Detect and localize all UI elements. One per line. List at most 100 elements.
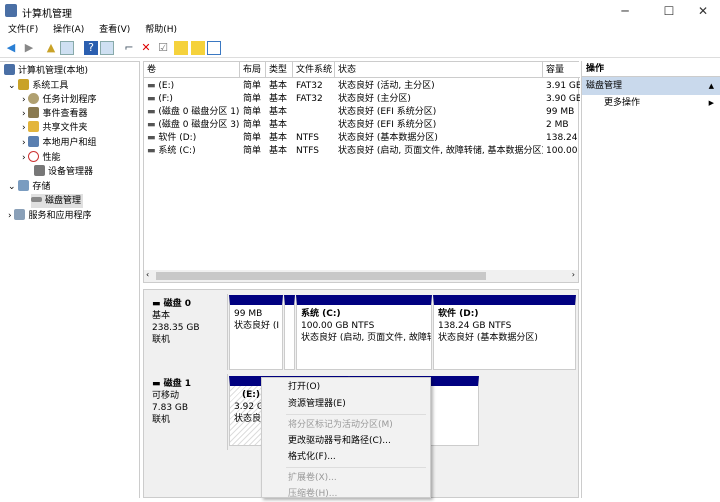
- cell: 100.00: [546, 146, 578, 156]
- clock-icon: [28, 93, 40, 104]
- show-hide-tree-icon[interactable]: [60, 41, 74, 55]
- actions-header: 操作: [582, 61, 720, 77]
- menu-item-explorer[interactable]: 资源管理器(E): [288, 396, 346, 412]
- menu-help[interactable]: 帮助(H): [145, 25, 177, 35]
- cell: 3.90 GB: [546, 94, 580, 104]
- close-button[interactable]: ✕: [688, 2, 718, 20]
- menu-item-open[interactable]: 打开(O): [288, 379, 320, 395]
- volume-icon: ▬: [147, 94, 159, 104]
- volume-icon: ▬: [147, 133, 159, 143]
- cell: 简单: [243, 133, 262, 143]
- chevron-right-icon: ▶: [708, 99, 714, 107]
- partition-c[interactable]: 系统 (C:) 100.00 GB NTFS 状态良好 (启动, 页面文件, 故…: [296, 295, 432, 370]
- menu-item-change-drive-letter[interactable]: 更改驱动器号和路径(C)...: [288, 433, 391, 449]
- window-title: 计算机管理: [22, 9, 72, 20]
- storage-icon: [18, 180, 30, 191]
- partition-reserved[interactable]: [284, 295, 295, 370]
- context-menu: 打开(O) 资源管理器(E) 将分区标记为活动分区(M) 更改驱动器号和路径(C…: [261, 377, 431, 499]
- tree-item-shared-folders[interactable]: › 共享文件夹: [22, 121, 87, 135]
- cell: 简单: [243, 94, 262, 104]
- col-type[interactable]: 类型: [266, 62, 293, 78]
- tree-item-disk-management[interactable]: 磁盘管理: [31, 194, 84, 208]
- col-filesystem[interactable]: 文件系统: [293, 62, 335, 78]
- menu-action[interactable]: 操作(A): [53, 25, 84, 35]
- computer-icon: [4, 64, 15, 75]
- users-icon: [28, 136, 40, 147]
- col-status[interactable]: 状态: [335, 62, 543, 78]
- tools-icon: [18, 79, 30, 90]
- cell: 简单: [243, 146, 262, 156]
- menu-view[interactable]: 查看(V): [99, 25, 130, 35]
- folder-icon: [28, 121, 40, 132]
- new-folder-icon[interactable]: [174, 41, 188, 55]
- cell: [293, 119, 335, 132]
- cell: [293, 106, 335, 119]
- up-folder-icon[interactable]: ▲: [44, 41, 58, 55]
- toolbar: ◀ ▶ ▲ ? ⌐ ✕ ☑: [0, 39, 720, 58]
- maximize-button[interactable]: ☐: [654, 2, 684, 20]
- menu-separator: [286, 414, 426, 415]
- menu-item-mark-active: 将分区标记为活动分区(M): [288, 420, 393, 430]
- action-more[interactable]: 更多操作 ▶: [582, 95, 720, 111]
- horizontal-scrollbar[interactable]: ‹ ›: [144, 270, 578, 282]
- cell: 简单: [243, 107, 262, 117]
- tree-item-event-viewer[interactable]: › 事件查看器: [22, 107, 87, 121]
- cell: ▬ (磁盘 0 磁盘分区 1): [147, 107, 240, 117]
- volume-icon: ▬: [147, 81, 159, 91]
- cell: 基本: [269, 120, 288, 130]
- collapse-icon[interactable]: ▲: [709, 77, 714, 95]
- tree-item-storage[interactable]: ⌄ 存储: [8, 180, 50, 194]
- delete-icon[interactable]: ✕: [139, 41, 153, 55]
- col-capacity[interactable]: 容量: [543, 62, 580, 78]
- check-icon[interactable]: ☑: [156, 41, 170, 55]
- actions-section-disk-management[interactable]: 磁盘管理 ▲: [582, 77, 720, 95]
- actions-pane: 操作 磁盘管理 ▲ 更多操作 ▶: [581, 61, 720, 498]
- cell: 基本: [269, 107, 288, 117]
- menu-separator: [286, 467, 426, 468]
- disk-0-label[interactable]: ▬ 磁盘 0 基本 238.35 GB 联机: [146, 294, 228, 370]
- cell: ▬ 软件 (D:): [147, 133, 197, 143]
- cell: 基本: [269, 81, 288, 91]
- menu-item-format[interactable]: 格式化(F)...: [288, 449, 336, 465]
- forward-icon[interactable]: ▶: [22, 41, 36, 55]
- volume-icon: ▬: [147, 120, 159, 130]
- cell: 状态良好 (活动, 主分区): [338, 81, 435, 91]
- services-icon: [14, 209, 26, 220]
- col-layout[interactable]: 布局: [240, 62, 266, 78]
- cell: 状态良好 (EFI 系统分区): [338, 107, 437, 117]
- menu-bar: 文件(F) 操作(A) 查看(V) 帮助(H): [0, 22, 720, 38]
- search-folder-icon[interactable]: [191, 41, 205, 55]
- tree-item-services-apps[interactable]: › 服务和应用程序: [8, 209, 91, 223]
- volume-list: 卷 布局 类型 文件系统 状态 容量 ▬ (E:) 简单 基本 FAT32 状态良好 (…: [143, 61, 580, 283]
- window-icon[interactable]: [207, 41, 221, 55]
- cell: 状态良好 (启动, 页面文件, 故障转储, 基本数据分区): [338, 146, 543, 156]
- cell: 基本: [269, 133, 288, 143]
- disk-icon: ▬: [152, 299, 164, 309]
- performance-icon: [28, 151, 40, 162]
- cell: ▬ (F:): [147, 94, 173, 104]
- properties-icon[interactable]: [100, 41, 114, 55]
- col-volume[interactable]: 卷: [144, 62, 240, 78]
- partition-efi[interactable]: 99 MB 状态良好 (I: [229, 295, 283, 370]
- menu-file[interactable]: 文件(F): [8, 25, 38, 35]
- cell: NTFS: [296, 133, 319, 143]
- help-icon[interactable]: ?: [84, 41, 98, 55]
- cell: 简单: [243, 120, 262, 130]
- scroll-right-icon[interactable]: ›: [572, 270, 575, 279]
- disk-1-label[interactable]: ▬ 磁盘 1 可移动 7.83 GB 联机: [146, 374, 228, 450]
- minimize-button[interactable]: ─: [610, 2, 640, 20]
- menu-item-shrink: 压缩卷(H)...: [288, 489, 338, 499]
- tree-item-device-manager[interactable]: 设备管理器: [34, 165, 93, 179]
- back-icon[interactable]: ◀: [4, 41, 18, 55]
- partition-d[interactable]: 软件 (D:) 138.24 GB NTFS 状态良好 (基本数据分区): [433, 295, 576, 370]
- connect-icon[interactable]: ⌐: [122, 41, 136, 55]
- scroll-left-icon[interactable]: ‹: [146, 270, 149, 279]
- volume-icon: ▬: [147, 146, 159, 156]
- tree-item-task-scheduler[interactable]: › 任务计划程序: [22, 93, 96, 107]
- tree-item-performance[interactable]: › 性能: [22, 151, 60, 165]
- tree-item-root[interactable]: 计算机管理(本地): [4, 64, 88, 78]
- tree-item-local-users[interactable]: › 本地用户和组: [22, 136, 96, 150]
- tree-item-system-tools[interactable]: ⌄ 系统工具: [8, 79, 68, 93]
- cell: 状态良好 (EFI 系统分区): [338, 120, 437, 130]
- scroll-thumb[interactable]: [156, 272, 486, 280]
